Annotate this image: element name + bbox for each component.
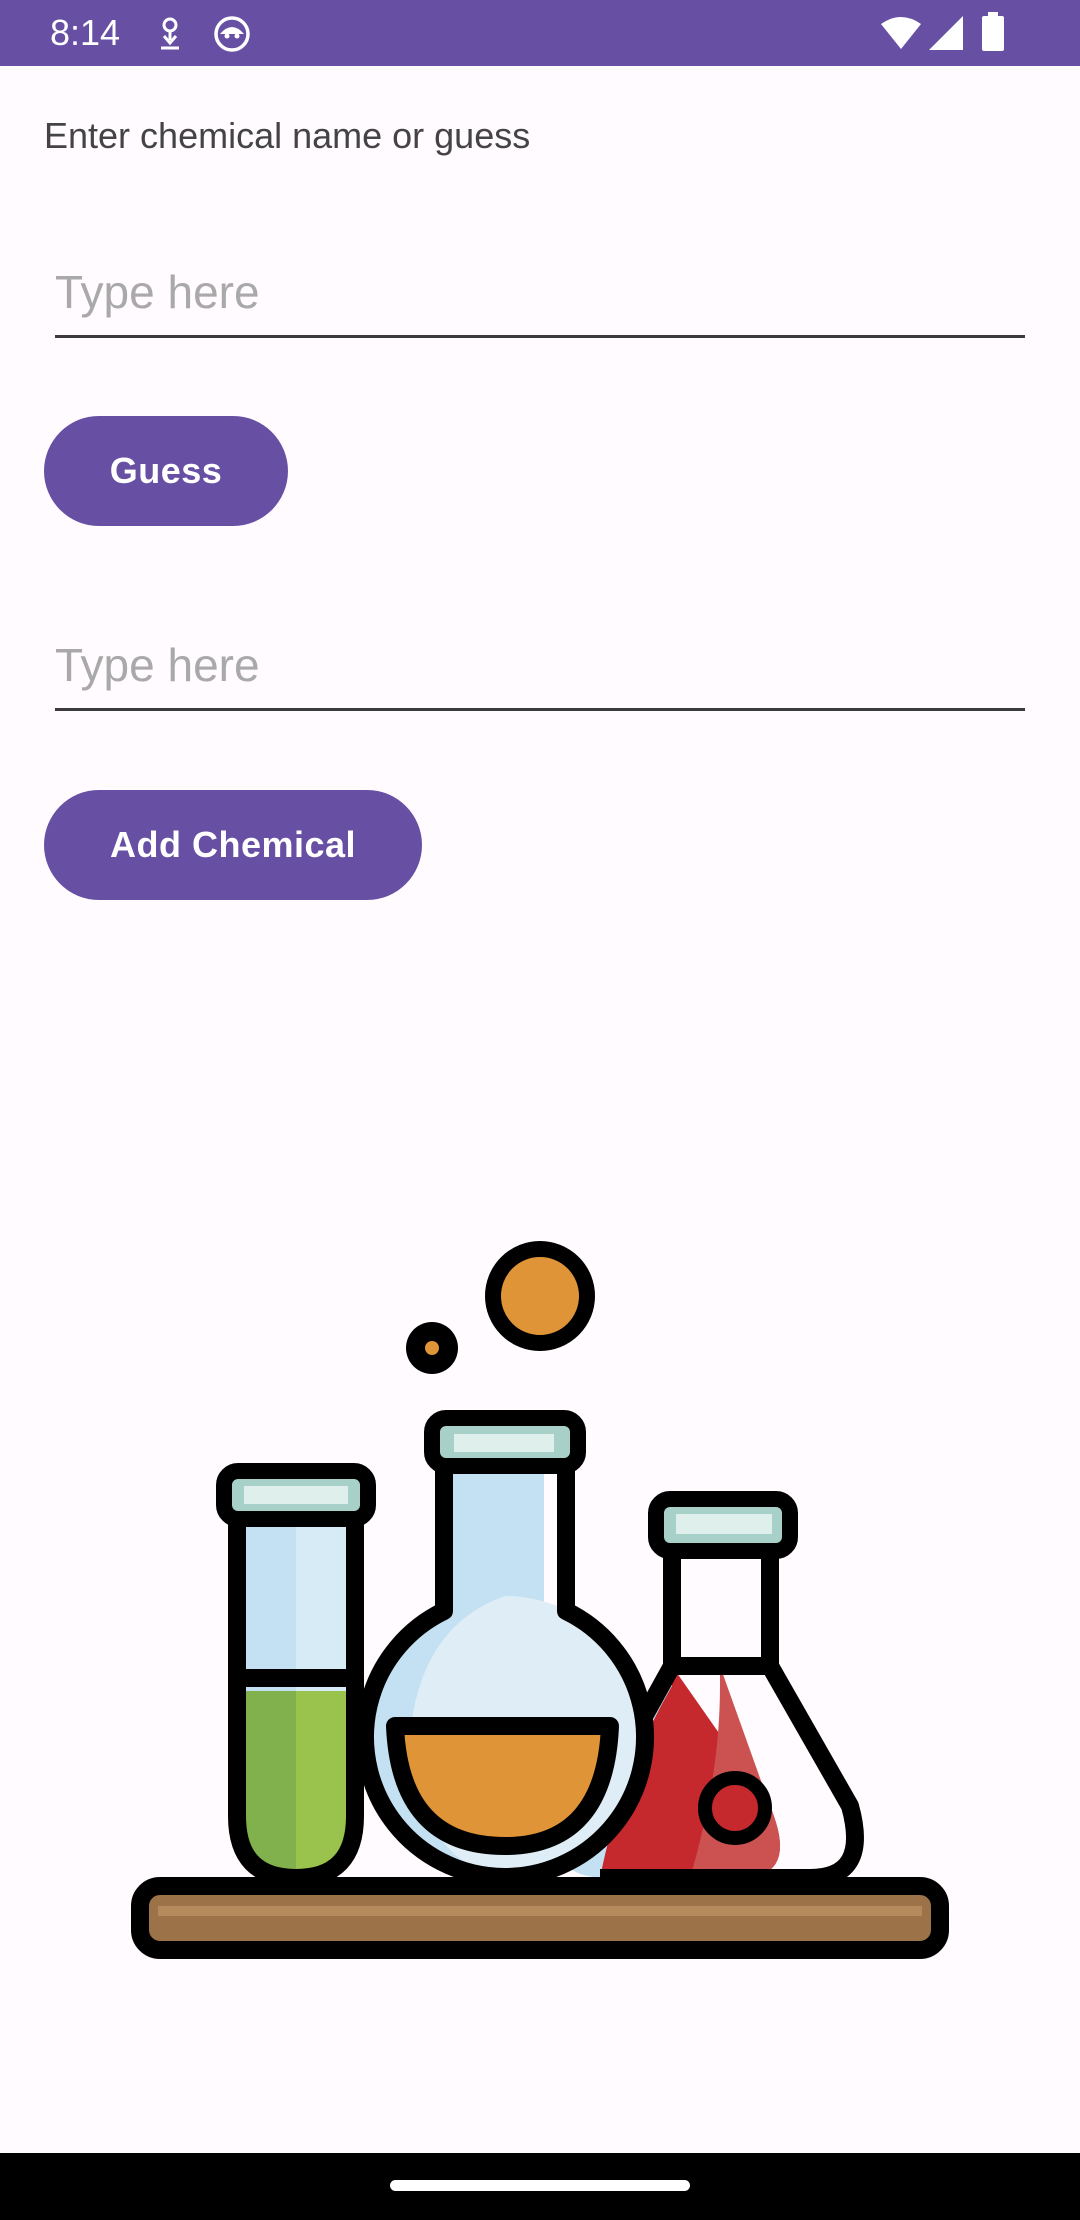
android-face-icon xyxy=(214,16,250,52)
status-bar: 8:14 xyxy=(0,0,1080,66)
home-gesture-handle[interactable] xyxy=(390,2180,690,2191)
prompt-label: Enter chemical name or guess xyxy=(44,115,531,156)
battery-icon xyxy=(982,12,1004,51)
download-icon xyxy=(161,17,179,50)
guess-button[interactable]: Guess xyxy=(44,416,288,526)
add-chemical-button[interactable]: Add Chemical xyxy=(44,790,422,900)
chemistry-lab-glassware-icon xyxy=(131,1241,949,1959)
chemical-input[interactable] xyxy=(55,629,1025,711)
guess-input[interactable] xyxy=(55,256,1025,338)
status-time: 8:14 xyxy=(50,12,121,53)
wifi-icon xyxy=(881,17,921,49)
cellular-signal-icon xyxy=(929,16,963,50)
navigation-bar xyxy=(0,2153,1080,2220)
